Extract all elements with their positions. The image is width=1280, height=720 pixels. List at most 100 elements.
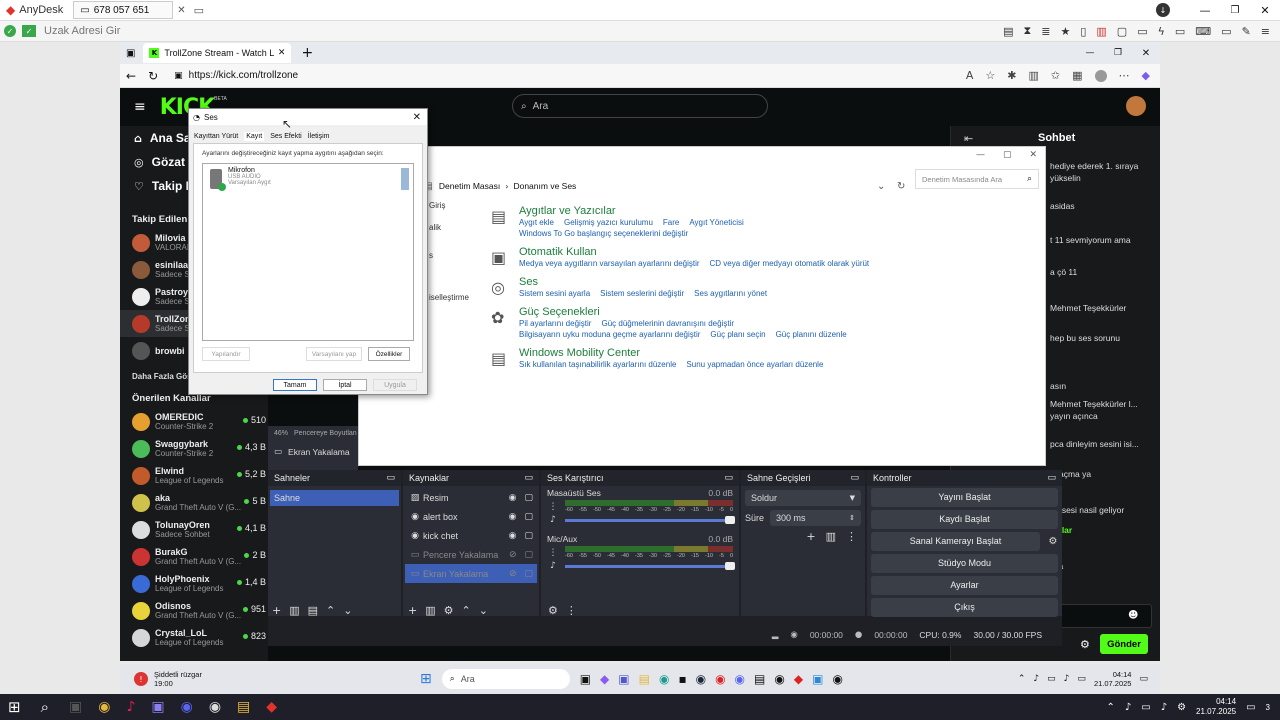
device-item-mikrofon[interactable]: Mikrofon USB AUDIO Varsayılan Aygıt <box>206 167 410 193</box>
obs-control-button[interactable]: Çıkış <box>871 597 1058 617</box>
local-start-icon[interactable]: ⊞ <box>8 698 21 716</box>
recommended-channel[interactable]: Crystal_LoL League of Legends 823 <box>120 624 268 651</box>
cp-left-item[interactable]: iselleştirme <box>429 293 469 302</box>
volume-icon[interactable]: ♪ <box>1064 674 1070 684</box>
pen-icon[interactable]: ✎ <box>1242 25 1251 38</box>
local-settings-icon[interactable]: ⚙ <box>1177 702 1186 713</box>
kick-avatar[interactable] <box>1126 96 1146 116</box>
edge-icon[interactable]: ◉ <box>659 672 669 686</box>
refresh-icon[interactable]: ↻ <box>148 69 158 83</box>
star-icon[interactable]: ★ <box>1060 25 1070 38</box>
browser-close-icon[interactable]: ✕ <box>1132 48 1160 59</box>
remote-search[interactable]: ⌕ Ara <box>441 669 570 689</box>
file-icon[interactable]: ▯ <box>1080 25 1086 38</box>
speaker-volume-icon[interactable]: ♪ <box>547 515 559 525</box>
source-up-icon[interactable]: ⌃ <box>462 604 471 617</box>
virtual-camera-settings-icon[interactable]: ⚙ <box>1044 536 1062 547</box>
cp-link[interactable]: Gelişmiş yazıcı kurulumu <box>564 218 653 227</box>
opera-icon[interactable]: ◉ <box>715 672 725 686</box>
mixer-settings-icon[interactable]: ⚙ <box>548 604 558 617</box>
recommended-channel[interactable]: aka Grand Theft Auto V (G... 5 B <box>120 489 268 516</box>
cp-link[interactable]: Pil ayarlarını değiştir <box>519 319 591 328</box>
cp-link[interactable]: Medya veya aygıtların varsayılan ayarlar… <box>519 259 700 268</box>
read-aloud-icon[interactable]: A <box>966 69 974 82</box>
cp-link[interactable]: Aygıt Yöneticisi <box>689 218 743 227</box>
menu-icon[interactable]: ≡ <box>1261 25 1270 38</box>
chat-settings-icon[interactable]: ⚙ <box>1080 638 1090 651</box>
hidden-eye-icon[interactable]: ⊘ <box>509 550 517 560</box>
anydesk-app-icon[interactable]: ◆ <box>794 672 803 686</box>
local-network-icon[interactable]: ▭ <box>1141 702 1150 713</box>
lock-icon[interactable]: ▢ <box>524 531 533 541</box>
lock-icon[interactable]: ▢ <box>524 569 533 579</box>
obs-icon[interactable]: ◉ <box>774 672 784 686</box>
maximize-icon[interactable]: ❐ <box>1220 5 1250 16</box>
cp-section-title[interactable]: Otomatik Kullan <box>519 246 1031 258</box>
terminal-icon[interactable]: ▪ <box>678 672 686 686</box>
cp-link[interactable]: Güç planını düzenle <box>776 330 847 339</box>
properties-button[interactable]: Özellikler <box>368 347 410 361</box>
cp-section-title[interactable]: Windows Mobility Center <box>519 347 1031 359</box>
cp-link[interactable]: Güç planı seçin <box>710 330 765 339</box>
obs-control-button[interactable]: Ayarlar <box>871 575 1058 595</box>
tray-chevron-icon[interactable]: ⌃ <box>1018 674 1026 684</box>
explorer-icon[interactable]: ▤ <box>639 672 650 686</box>
cp-link[interactable]: Güç düğmelerinin davranışını değiştir <box>601 319 734 328</box>
cp-link[interactable]: Bilgisayarın uyku moduna geçme ayarların… <box>519 330 700 339</box>
local-notification-icon[interactable]: ▭ <box>1246 702 1255 713</box>
source-item[interactable]: ▨ Resim ◉ ▢ <box>405 488 537 507</box>
hamburger-icon[interactable]: ≡ <box>134 99 146 115</box>
browser-maximize-icon[interactable]: ❐ <box>1104 48 1132 58</box>
eye-icon[interactable]: ◉ <box>509 531 517 541</box>
ses-device-list[interactable]: Mikrofon USB AUDIO Varsayılan Aygıt <box>202 163 414 341</box>
kick-search[interactable]: ⌕ Ara <box>512 94 768 118</box>
cp-close-icon[interactable]: ✕ <box>1029 150 1037 160</box>
photos-icon[interactable]: ▣ <box>812 672 823 686</box>
ses-scrollbar[interactable] <box>401 168 409 190</box>
source-settings-icon[interactable]: ⚙ <box>444 604 454 617</box>
volume-slider[interactable] <box>565 561 735 570</box>
cp-section-title[interactable]: Aygıtlar ve Yazıcılar <box>519 205 1031 217</box>
cp-left-item[interactable]: alik <box>429 223 441 232</box>
remove-transition-icon[interactable]: ▥ <box>826 530 836 543</box>
eye-icon[interactable]: ◉ <box>509 512 517 522</box>
configure-button[interactable]: Yapılandır <box>202 347 250 361</box>
extensions-icon[interactable]: ✱ <box>1007 69 1016 82</box>
source-item[interactable]: ▭ Ekran Yakalama ⊘ ▢ <box>405 564 537 583</box>
local-volume-icon[interactable]: ♪ <box>1161 702 1167 713</box>
source-down-icon[interactable]: ⌄ <box>479 604 488 617</box>
cp-minimize-icon[interactable]: — <box>976 150 985 160</box>
scene-down-icon[interactable]: ⌄ <box>343 604 352 617</box>
scene-item[interactable]: Sahne <box>270 490 399 506</box>
add-transition-icon[interactable]: + <box>806 530 815 543</box>
mic-icon[interactable]: ♪ <box>1033 674 1039 684</box>
scene-up-icon[interactable]: ⌃ <box>326 604 335 617</box>
ses-tab[interactable]: Kayıttan Yürüt <box>194 133 238 140</box>
scene-filter-icon[interactable]: ▤ <box>308 604 318 617</box>
favorite-icon[interactable]: ☆ <box>985 69 995 82</box>
obs-control-button[interactable]: Yayını Başlat <box>871 487 1058 507</box>
new-session-icon[interactable]: ▭ <box>194 4 204 17</box>
set-default-button[interactable]: Varsayılanı yap <box>306 347 362 361</box>
dock-icon[interactable]: ▭ <box>724 473 733 483</box>
battery-icon[interactable]: ▭ <box>1077 674 1086 684</box>
copilot-app-icon[interactable]: ◆ <box>600 672 609 686</box>
apply-button[interactable]: Uygula <box>373 379 417 391</box>
add-source-icon[interactable]: + <box>408 604 417 617</box>
lock-icon[interactable]: ▢ <box>524 550 533 560</box>
download-icon[interactable]: ↓ <box>1156 3 1170 17</box>
recommended-channel[interactable]: TolunayOren Sadece Sohbet 4,1 B <box>120 516 268 543</box>
tab-actions-icon[interactable]: ▣ <box>126 48 135 59</box>
close-icon[interactable]: ✕ <box>1250 4 1280 17</box>
collapse-chat-icon[interactable]: ⇤ <box>964 132 973 145</box>
remove-source-icon[interactable]: ▥ <box>425 604 435 617</box>
cancel-button[interactable]: İptal <box>323 379 367 391</box>
local-teams-icon[interactable]: ▣ <box>151 699 164 715</box>
recommended-channel[interactable]: OMEREDIC Counter-Strike 2 510 <box>120 408 268 435</box>
obs-control-button[interactable]: Kaydı Başlat <box>871 509 1058 529</box>
task-view-icon[interactable]: ▣ <box>580 672 591 686</box>
cp-link[interactable]: Windows To Go başlangıç seçeneklerini de… <box>519 229 688 238</box>
cp-breadcrumb-1[interactable]: Denetim Masası <box>439 181 500 191</box>
session-tab[interactable]: ▭ 678 057 651 <box>73 1 174 19</box>
favorites-bar-icon[interactable]: ✩ <box>1051 69 1060 82</box>
